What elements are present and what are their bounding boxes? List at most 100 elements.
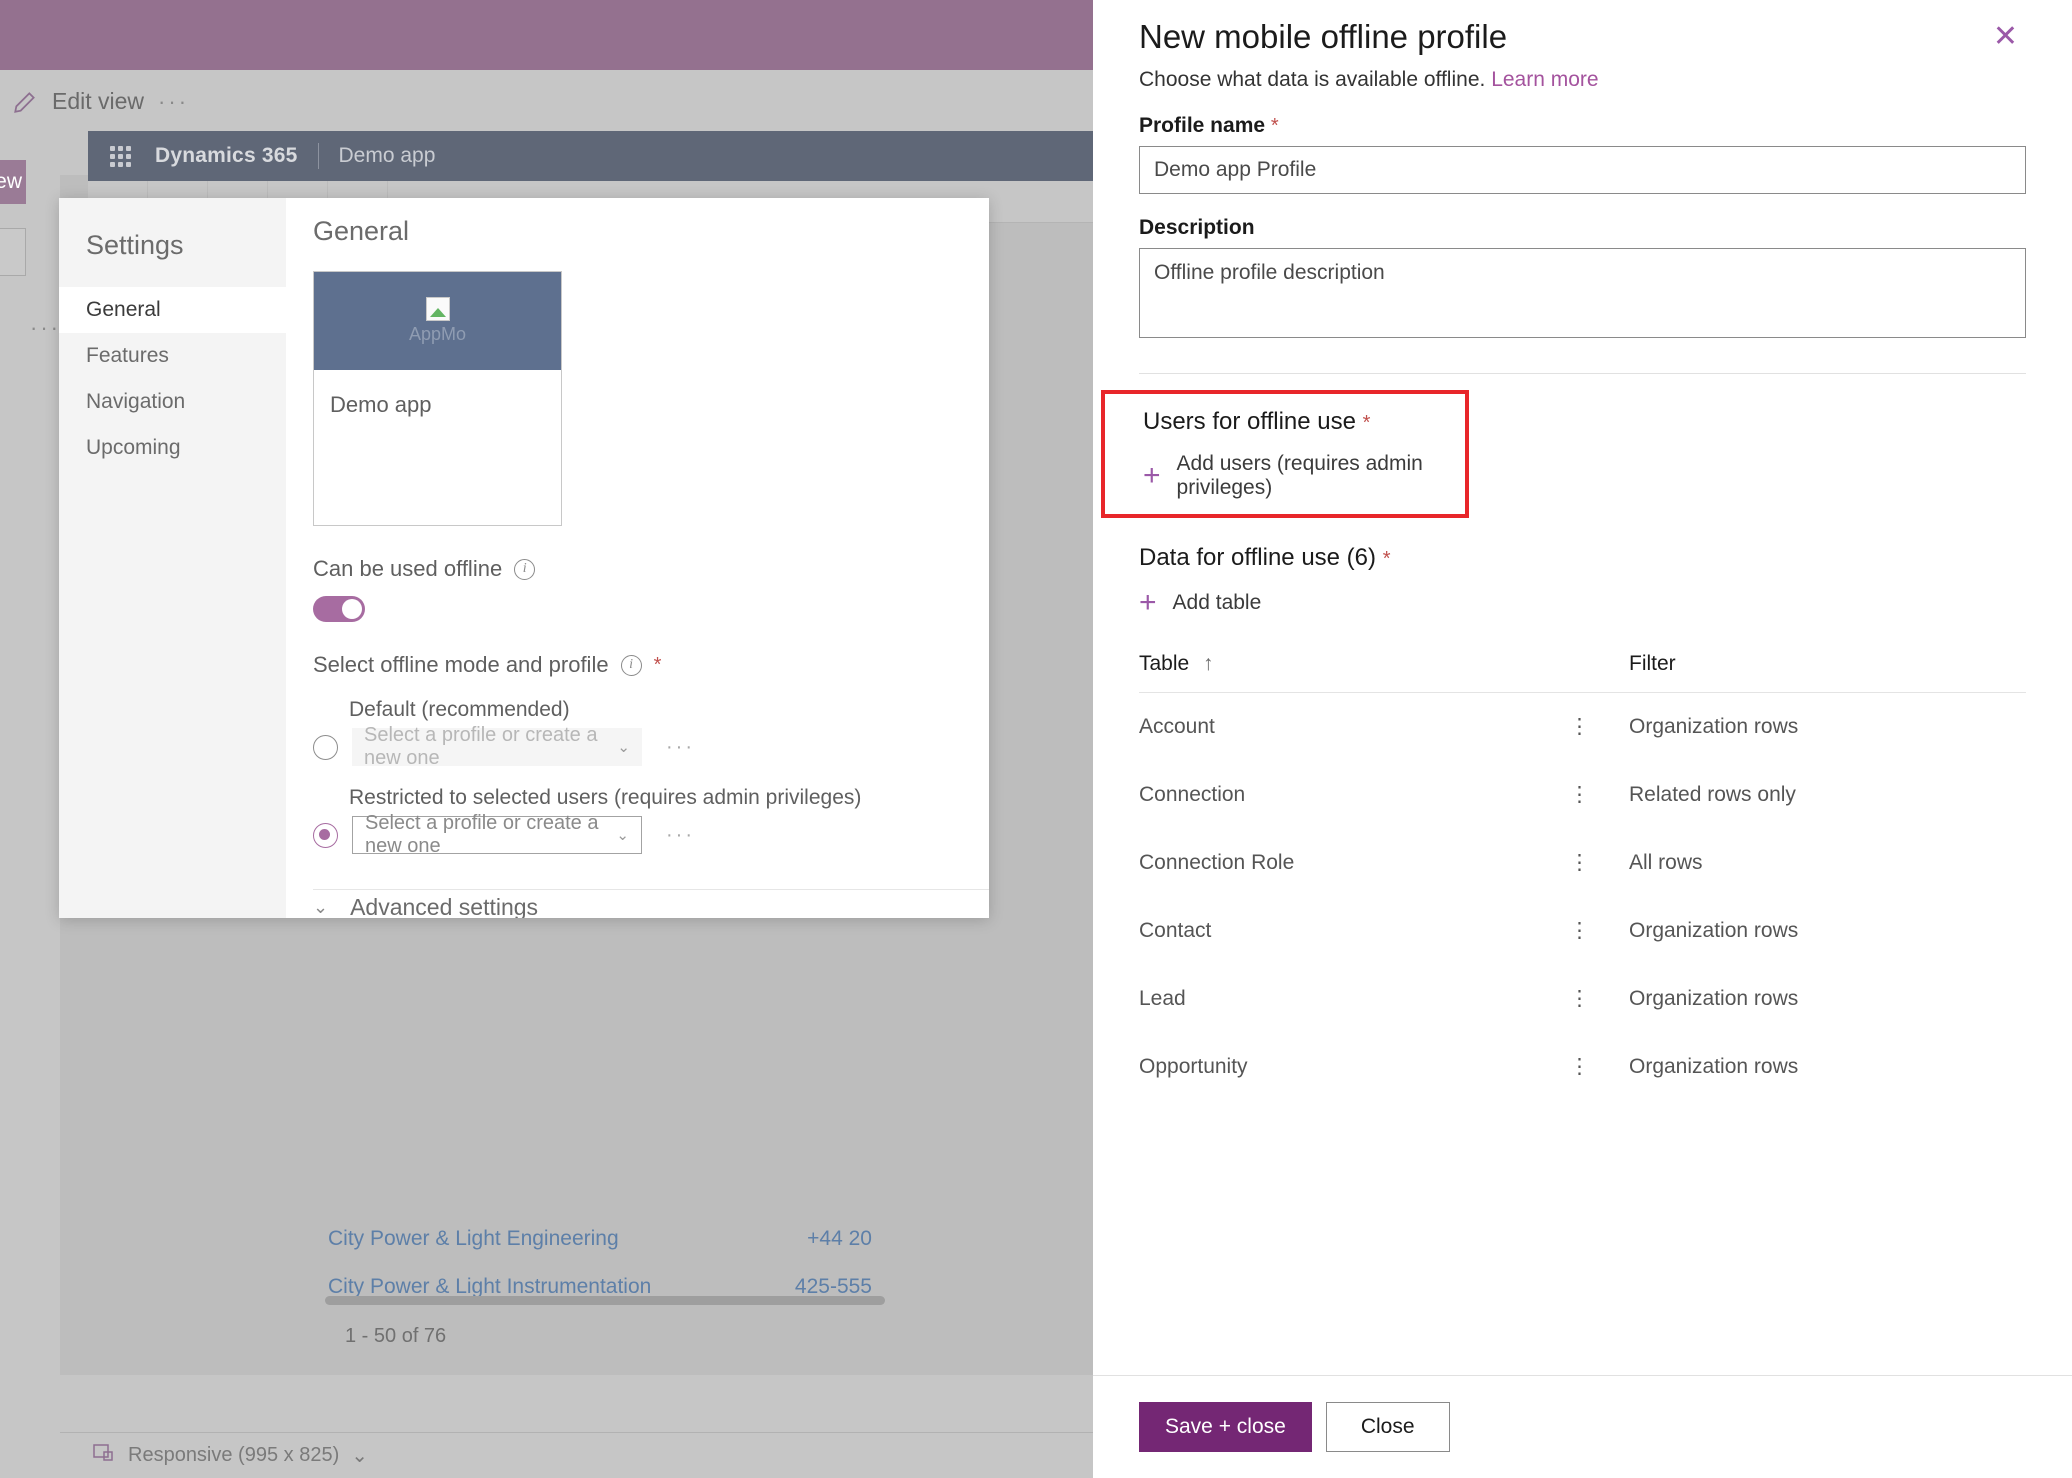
cell-table-name: Connection Role [1139,851,1295,874]
sidebar-item-features[interactable]: Features [59,333,286,379]
radio-restricted[interactable] [313,822,338,848]
save-and-close-button[interactable]: Save + close [1139,1402,1312,1452]
add-table-button[interactable]: + Add table [1139,588,2026,618]
app-bar-divider [317,143,319,169]
can-be-used-offline-label: Can be used offline [313,556,503,581]
column-header-table-label: Table [1139,652,1190,675]
info-icon[interactable]: i [514,558,536,580]
cell-table-name: Lead [1139,987,1186,1010]
dynamics-app-bar: Dynamics 365 Demo app [88,131,1093,181]
add-users-button[interactable]: + Add users (requires admin privileges) [1143,452,1465,500]
edit-view-label: Edit view [52,88,145,114]
profile-name-input[interactable] [1139,146,2026,194]
new-mobile-offline-profile-panel: New mobile offline profile ✕ Choose what… [1093,0,2072,1478]
sidebar-item-label: Navigation [86,390,186,413]
add-users-label: Add users (requires admin privileges) [1176,452,1423,499]
close-icon[interactable]: ✕ [1985,18,2026,56]
sidebar-item-upcoming[interactable]: Upcoming [59,425,286,471]
row-kebab-icon[interactable]: ⋮ [1569,897,1629,965]
toolbar-overflow-icon[interactable]: ··· [158,89,189,115]
cell-filter: Organization rows [1629,715,1799,738]
cell-table-name: Contact [1139,919,1212,942]
profile-name-label: Profile name * [1139,114,2026,138]
can-be-used-offline-toggle[interactable] [313,596,365,622]
description-label: Description [1139,216,2026,240]
left-rail-overflow-icon[interactable]: ··· [30,315,61,341]
profile-select-default[interactable]: Select a profile or create a new one ⌄ [352,724,642,769]
offline-mode-label: Select offline mode and profile [313,652,609,677]
table-row[interactable]: Account ⋮ Organization rows [1139,693,2026,762]
edit-view-command[interactable]: Edit view ··· [12,88,189,115]
profile-select-restricted-placeholder: Select a profile or create a new one [365,812,599,857]
panel-header: New mobile offline profile ✕ [1139,18,2026,56]
offline-data-table: Table ↑ Filter Account ⋮ Organization ro… [1139,652,2026,1101]
cell-table-name: Opportunity [1139,1055,1248,1078]
page-title: General [313,216,410,246]
users-section-title: Users for offline use * [1143,408,1465,436]
profile-restricted-overflow-icon[interactable]: ··· [666,824,695,847]
row-kebab-icon[interactable]: ⋮ [1569,1033,1629,1101]
cell-filter: All rows [1629,851,1703,874]
designer-status-bar: Responsive (995 x 825) ⌄ [60,1432,1093,1478]
cell-filter: Organization rows [1629,987,1799,1010]
row-kebab-icon[interactable]: ⋮ [1569,693,1629,762]
panel-subtitle-text: Choose what data is available offline. [1139,68,1486,91]
sidebar-item-navigation[interactable]: Navigation [59,379,286,425]
column-header-actions [1569,652,1629,693]
row-kebab-icon[interactable]: ⋮ [1569,829,1629,897]
chevron-down-icon[interactable]: ⌄ [351,1443,368,1468]
panel-section-divider [1139,373,2026,374]
radio-default[interactable] [313,734,338,760]
panel-footer: Save + close Close [1093,1375,2072,1478]
app-card-name: Demo app [330,392,432,417]
column-header-filter-label: Filter [1629,652,1676,675]
row-kebab-icon[interactable]: ⋮ [1569,761,1629,829]
cell-filter: Organization rows [1629,1055,1799,1078]
cell-table-name: Account [1139,715,1215,738]
radio-caption-restricted: Restricted to selected users (requires a… [349,786,862,809]
top-purple-band [0,0,1093,70]
info-icon[interactable]: i [620,654,642,676]
responsive-layout-icon [92,1441,116,1471]
waffle-icon[interactable] [110,145,131,167]
description-textarea[interactable] [1139,248,2026,338]
app-name: Demo app [338,144,436,167]
table-row[interactable]: City Power & Light Engineering +44 20 [320,1215,880,1263]
learn-more-link[interactable]: Learn more [1491,68,1598,91]
grid-horizontal-scrollbar[interactable] [325,1296,885,1305]
broken-image-icon [425,297,450,321]
sidebar-item-general[interactable]: General [59,287,286,333]
record-phone: +44 20 [807,1226,872,1250]
table-row[interactable]: Contact ⋮ Organization rows [1139,897,2026,965]
app-thumbnail: AppMo [314,272,561,370]
pencil-icon [12,89,38,115]
sidebar-item-label: General [86,298,161,321]
offline-mode-row: Select offline mode and profile i * [313,652,955,678]
app-thumb-alt-text: AppMo [408,324,467,344]
data-section-title: Data for offline use (6) * [1139,544,2026,572]
settings-sidebar: Settings General Features Navigation Upc… [59,198,286,918]
add-table-label: Add table [1172,591,1262,614]
settings-content: General AppMo Demo app Can be used offli… [286,198,989,918]
table-row[interactable]: Lead ⋮ Organization rows [1139,965,2026,1033]
close-button[interactable]: Close [1325,1402,1450,1452]
cell-table-name: Connection [1139,783,1246,806]
settings-dialog: Settings General Features Navigation Upc… [59,198,989,918]
column-header-filter[interactable]: Filter [1629,652,2026,693]
new-button[interactable]: New [0,160,26,204]
table-row[interactable]: Opportunity ⋮ Organization rows [1139,1033,2026,1101]
sidebar-item-label: Upcoming [86,436,181,459]
profile-default-overflow-icon[interactable]: ··· [666,736,695,759]
table-row[interactable]: Connection Role ⋮ All rows [1139,829,2026,897]
responsive-label: Responsive (995 x 825) [128,1444,340,1466]
app-card: AppMo Demo app [313,271,562,526]
chevron-down-icon: ⌄ [313,897,329,917]
profile-select-restricted[interactable]: Select a profile or create a new one ⌄ [352,812,642,857]
advanced-settings-toggle[interactable]: ⌄ Advanced settings [313,894,955,918]
record-name: City Power & Light Engineering [328,1226,619,1250]
table-row[interactable]: Connection ⋮ Related rows only [1139,761,2026,829]
row-kebab-icon[interactable]: ⋮ [1569,965,1629,1033]
panel-subtitle: Choose what data is available offline. L… [1139,68,2026,92]
sidebar-item-label: Features [86,344,169,367]
column-header-table[interactable]: Table ↑ [1139,652,1569,693]
